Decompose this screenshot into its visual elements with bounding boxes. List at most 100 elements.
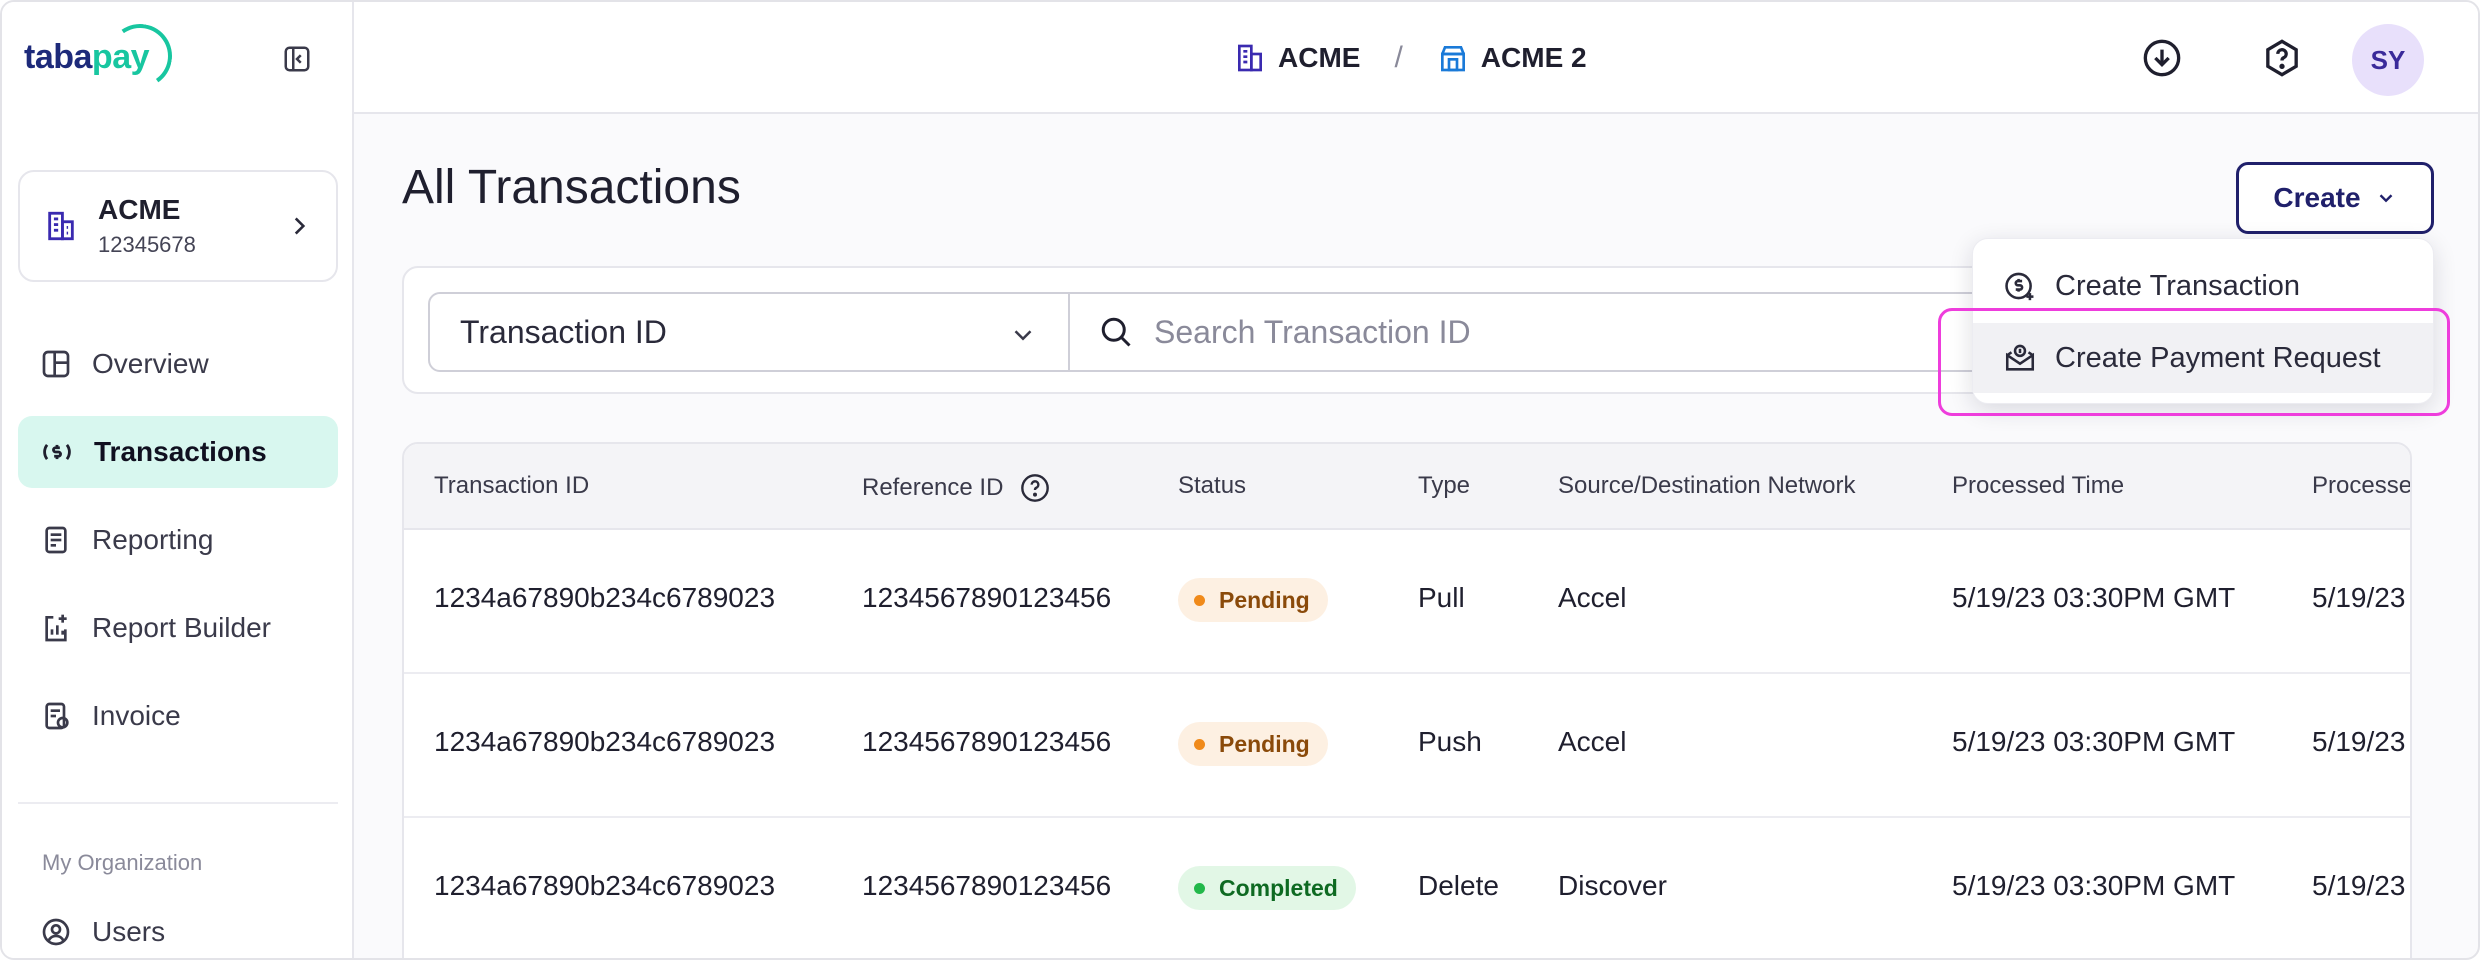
menu-item-create-payment-request[interactable]: Create Payment Request [1973,323,2433,393]
status-label: Pending [1219,586,1310,613]
breadcrumb-label: ACME [1278,42,1361,73]
chevron-down-icon [2379,194,2392,203]
building-icon [48,211,74,241]
breadcrumb-label: ACME 2 [1480,42,1587,73]
sidebar-item-reporting[interactable]: Reporting [18,504,338,576]
sidebar-item-label: Report Builder [92,612,271,643]
column-header-label: Reference ID [862,474,1004,501]
download-icon [2143,39,2181,77]
cell-processed-time: 5/19/23 03:30PM GMT [1952,582,2236,613]
column-header-status[interactable]: Status [1178,472,1246,500]
user-circle-icon [42,918,70,946]
org-name: ACME [98,194,181,225]
status-label: Pending [1219,730,1310,757]
cell-transaction-id: 1234a67890b234c6789023 [434,870,776,901]
sidebar-divider [18,802,338,804]
avatar[interactable]: SY [2352,24,2424,96]
cell-reference-id: 1234567890123456 [862,582,1112,613]
transactions-icon [43,444,71,460]
download-button[interactable] [2140,36,2184,80]
tabapay-logo[interactable]: tabapay [24,18,178,94]
sidebar-item-label: Invoice [92,700,181,731]
top-bar: ACME / ACME 2 SY [354,2,2478,114]
status-label: Completed [1219,874,1338,901]
breadcrumb-item-store[interactable]: ACME 2 [1437,42,1587,74]
sidebar-item-label: Users [92,916,166,947]
status-dot [1194,882,1205,894]
status-badge: Completed [1178,866,1356,910]
column-header-transaction-id[interactable]: Transaction ID [434,472,589,500]
logo-ring [102,18,178,94]
sidebar-item-users[interactable]: Users [18,897,338,958]
overview-icon [42,350,70,378]
page-title: All Transactions [402,161,741,214]
sidebar: tabapay ACME 12345678 Overview Transacti… [2,2,354,958]
sidebar-item-label: Transactions [94,436,267,467]
sidebar-item-invoice[interactable]: Invoice [18,680,338,752]
status-dot [1194,738,1205,750]
org-switcher[interactable]: ACME 12345678 [18,170,338,282]
cell-processed-truncated: 5/19/23 [2312,582,2406,613]
menu-item-label: Create Transaction [2055,269,2301,302]
cell-type: Pull [1418,582,1465,613]
sidebar-item-overview[interactable]: Overview [18,328,338,400]
table-row[interactable]: 1234a67890b234c6789023 1234567890123456 … [404,818,2410,958]
breadcrumb: ACME / ACME 2 [1234,34,1587,82]
org-id: 12345678 [98,232,196,257]
report-builder-icon [45,614,67,642]
create-dropdown-menu: Create Transaction Create Payment Reques… [1972,238,2434,404]
cell-processed-time: 5/19/23 03:30PM GMT [1952,726,2236,757]
cell-reference-id: 1234567890123456 [862,726,1112,757]
column-header-network[interactable]: Source/Destination Network [1558,472,1855,500]
menu-item-label: Create Payment Request [2055,341,2381,374]
section-label-my-organization: My Organization [42,850,203,875]
app-window: tabapay ACME 12345678 Overview Transacti… [0,0,2480,960]
status-dot [1194,594,1205,606]
cell-processed-time: 5/19/23 03:30PM GMT [1952,870,2236,901]
logo-text-a: taba [24,37,92,76]
invoice-icon [45,702,69,730]
sidebar-item-report-builder[interactable]: Report Builder [18,592,338,664]
chevron-down-icon [1014,330,1032,341]
sidebar-item-transactions[interactable]: Transactions [18,416,338,488]
collapse-sidebar-icon [284,46,310,72]
cell-processed-truncated: 5/19/23 [2312,726,2406,757]
cell-transaction-id: 1234a67890b234c6789023 [434,726,776,757]
create-button-label: Create [2273,182,2361,213]
cell-network: Accel [1558,582,1627,613]
cell-network: Accel [1558,726,1627,757]
money-envelope-icon [2005,344,2035,371]
column-header-reference-id[interactable]: Reference ID [862,472,1051,504]
status-badge: Pending [1178,722,1328,766]
sidebar-item-label: Overview [92,348,209,379]
transactions-table: Transaction ID Reference ID Status Type … [402,442,2412,958]
column-header-type[interactable]: Type [1418,472,1470,500]
breadcrumb-item-org[interactable]: ACME [1234,42,1360,74]
create-button[interactable]: Create [2236,162,2434,234]
reporting-icon [45,526,67,554]
table-row[interactable]: 1234a67890b234c6789023 1234567890123456 … [404,674,2410,818]
help-icon [2266,39,2298,77]
menu-item-create-transaction[interactable]: Create Transaction [1973,251,2433,321]
filter-field-value: Transaction ID [460,313,667,350]
table-row[interactable]: 1234a67890b234c6789023 1234567890123456 … [404,530,2410,674]
cell-type: Delete [1418,870,1499,901]
help-circle-icon[interactable] [1019,472,1051,504]
chevron-right-icon [294,217,306,235]
column-header-processed-truncated[interactable]: Processe [2312,472,2410,500]
cell-reference-id: 1234567890123456 [862,870,1112,901]
cell-processed-truncated: 5/19/23 [2312,870,2406,901]
cell-network: Discover [1558,870,1667,901]
status-badge: Pending [1178,578,1328,622]
filter-field-select[interactable]: Transaction ID [428,292,1070,372]
store-icon [1440,46,1465,72]
dollar-plus-icon [2005,272,2034,301]
sidebar-nav: Overview Transactions Reporting Report B… [18,328,338,768]
cell-transaction-id: 1234a67890b234c6789023 [434,582,776,613]
help-button[interactable] [2260,36,2304,80]
table-header: Transaction ID Reference ID Status Type … [404,444,2410,530]
collapse-sidebar-button[interactable] [280,42,314,76]
breadcrumb-separator: / [1394,41,1403,74]
building-icon [1238,44,1262,72]
column-header-processed-time[interactable]: Processed Time [1952,472,2124,500]
